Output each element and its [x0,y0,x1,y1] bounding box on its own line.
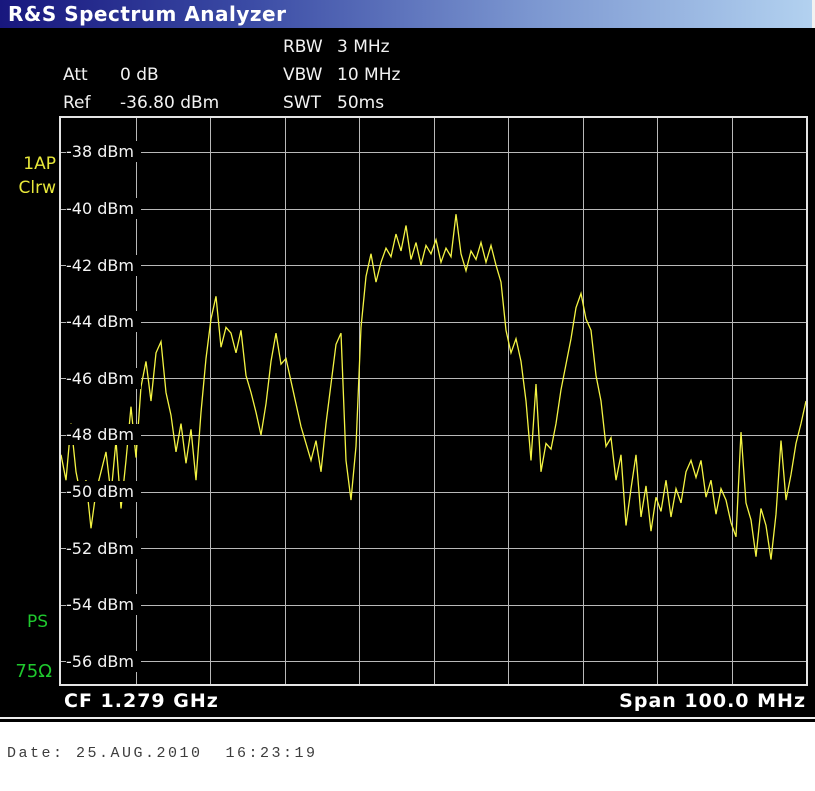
sweep-time-setting: SWT 50ms [283,93,384,113]
y-axis-tick-label: -50 dBm [66,481,141,502]
y-axis-tick-label: -38 dBm [66,141,141,162]
vbw-setting: VBW 10 MHz [283,65,400,85]
trace-detector-badge: 1AP [0,154,56,174]
y-axis-tick-label: -48 dBm [66,424,141,445]
vbw-label: VBW [283,65,337,85]
y-axis-tick-label: -40 dBm [66,198,141,219]
spectrum-plot [61,118,806,684]
vbw-value: 10 MHz [337,65,400,85]
analyzer-screen: R&S Spectrum Analyzer RBW 3 MHz Att 0 dB… [0,0,815,722]
ref-level-setting: Ref -36.80 dBm [63,93,219,113]
center-frequency-readout: CF 1.279 GHz [64,690,219,712]
span-readout: Span 100.0 MHz [619,690,806,712]
attenuation-setting: Att 0 dB [63,65,159,85]
screen-bottom-border [0,717,815,719]
graticule: -38 dBm -40 dBm -42 dBm -44 dBm -46 dBm -48 d… [59,116,808,686]
window-title: R&S Spectrum Analyzer [8,2,287,26]
rbw-setting: RBW 3 MHz [283,37,390,57]
app-frame: R&S Spectrum Analyzer RBW 3 MHz Att 0 dB… [0,0,815,791]
ref-value: -36.80 dBm [120,93,219,113]
date-timestamp: Date: 25.AUG.2010 16:23:19 [7,745,318,762]
preamp-status-badge: PS [0,612,56,632]
ref-label: Ref [63,93,120,113]
rbw-value: 3 MHz [337,37,390,57]
y-axis-tick-label: -44 dBm [66,311,141,332]
att-label: Att [63,65,120,85]
y-axis-tick-label: -54 dBm [66,594,141,615]
impedance-badge: 75Ω [0,661,56,682]
title-bar: R&S Spectrum Analyzer [0,0,815,28]
y-axis-tick-label: -56 dBm [66,651,141,672]
swt-value: 50ms [337,93,384,113]
y-axis-tick-label: -46 dBm [66,368,141,389]
status-bar: Date: 25.AUG.2010 16:23:19 [0,722,815,791]
rbw-label: RBW [283,37,337,57]
y-axis-tick-label: -52 dBm [66,538,141,559]
att-value: 0 dB [120,65,159,85]
y-axis-tick-label: -42 dBm [66,255,141,276]
trace-mode-badge: Clrw [0,178,56,198]
swt-label: SWT [283,93,337,113]
